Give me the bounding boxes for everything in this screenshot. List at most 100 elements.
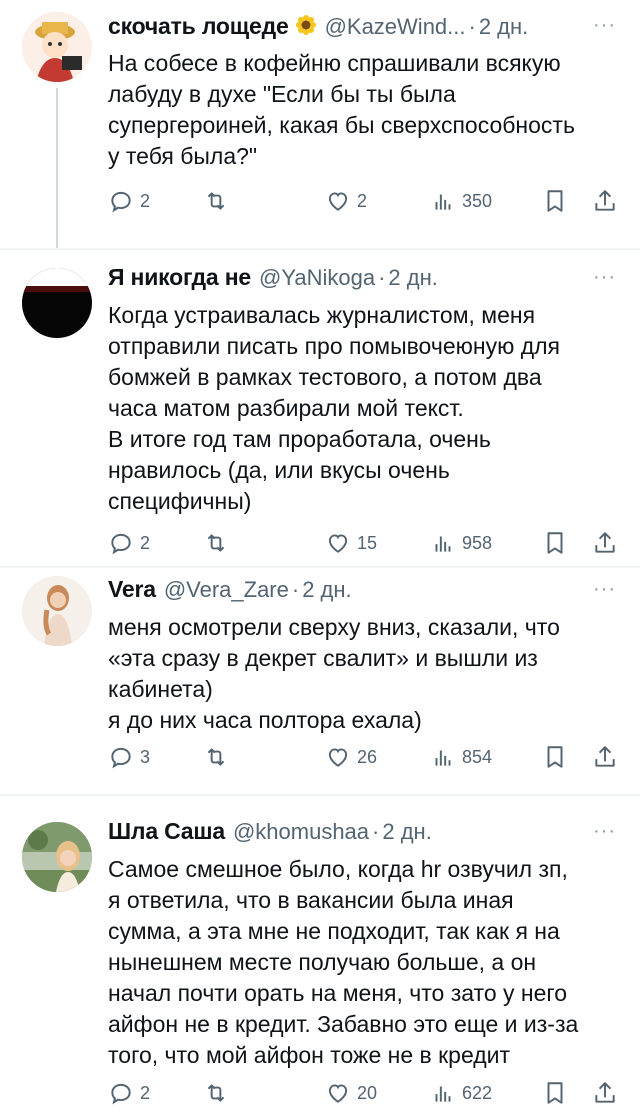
like-button[interactable]: 20 — [325, 1080, 377, 1106]
reply-count: 2 — [140, 532, 151, 553]
handle[interactable]: @YaNikoga — [259, 265, 375, 291]
reply-button[interactable]: 2 — [108, 1080, 150, 1106]
views-button[interactable]: 958 — [430, 530, 492, 556]
bookmark-button[interactable] — [542, 530, 568, 556]
reply-icon — [111, 747, 131, 769]
share-icon — [595, 190, 615, 211]
tweet-text-line: сумма, а эта мне не подходит, так как я … — [108, 918, 560, 944]
more-options-icon[interactable]: ··· — [593, 820, 616, 843]
tweet-text-line: у тебя была?" — [108, 143, 258, 169]
tweet-text-line: специфичны) — [108, 488, 252, 514]
views-icon — [435, 1086, 451, 1102]
tweet-text-line: отправили писать про помывочеюную для — [108, 333, 561, 359]
timestamp[interactable]: 2 дн. — [388, 265, 437, 291]
more-options-icon[interactable]: ··· — [593, 14, 616, 37]
avatar-photo-image — [22, 822, 92, 892]
tweet-text-line: я ответила, что в вакансии была иная — [108, 887, 514, 913]
reply-button[interactable]: 2 — [108, 530, 150, 556]
retweet-icon — [207, 192, 225, 210]
more-options-icon[interactable]: ··· — [593, 578, 616, 601]
tweet-text-line: «эта сразу в декрет свалит» и вышли из — [108, 645, 538, 671]
thread-line — [56, 88, 58, 248]
heart-icon — [328, 534, 348, 553]
reply-button[interactable]: 3 — [108, 744, 150, 770]
bookmark-icon — [547, 1082, 563, 1104]
like-button[interactable]: 26 — [325, 744, 377, 770]
bookmark-icon — [547, 190, 563, 212]
retweet-icon — [207, 1084, 225, 1102]
tweet-text-line: начал почти орать на меня, что зато у не… — [108, 980, 568, 1006]
reply-icon — [111, 1083, 131, 1105]
avatar-photo-image — [22, 576, 92, 646]
retweet-button[interactable] — [203, 530, 235, 556]
timestamp[interactable]: 2 дн. — [479, 14, 528, 40]
avatar-cartoon-image — [22, 12, 92, 82]
views-count: 958 — [462, 532, 493, 553]
handle[interactable]: @khomushaa — [233, 819, 369, 845]
retweet-button[interactable] — [203, 188, 235, 214]
tweet-text-line: часа матом разбирали мой текст. — [108, 395, 464, 421]
bookmark-icon — [547, 746, 563, 768]
display-name[interactable]: Шла Саша — [108, 818, 225, 845]
display-name[interactable]: Я никогда не — [108, 264, 251, 291]
reply-count: 2 — [140, 1082, 151, 1103]
timestamp[interactable]: 2 дн. — [302, 577, 351, 603]
handle[interactable]: @Vera_Zare — [164, 577, 289, 603]
bookmark-button[interactable] — [542, 188, 568, 214]
bookmark-button[interactable] — [542, 744, 568, 770]
bookmark-button[interactable] — [542, 1080, 568, 1106]
like-button[interactable]: 15 — [325, 530, 377, 556]
tweet-1[interactable]: скочать лощеде @KazeWind... · 2 дн. ··· … — [0, 0, 640, 248]
avatar-dark-image — [22, 268, 92, 338]
avatar-vera[interactable] — [22, 576, 92, 646]
tweet-text-line: меня осмотрели сверху вниз, сказали, что — [108, 614, 560, 640]
share-button[interactable] — [592, 188, 618, 214]
handle[interactable]: @KazeWind... — [325, 14, 466, 40]
timestamp[interactable]: 2 дн. — [382, 819, 431, 845]
tweet-text: Самое смешное было, когда hr озвучил зп,… — [108, 854, 626, 1071]
display-name[interactable]: скочать лощеде — [108, 13, 289, 40]
views-button[interactable]: 622 — [430, 1080, 492, 1106]
avatar-khomushaa[interactable] — [22, 822, 92, 892]
share-button[interactable] — [592, 530, 618, 556]
tweet-2[interactable]: Я никогда не @YaNikoga · 2 дн. ··· Когда… — [0, 250, 640, 568]
views-icon — [435, 750, 451, 766]
avatar-kazewind[interactable] — [22, 12, 92, 82]
tweet-3[interactable]: Vera @Vera_Zare · 2 дн. ··· меня осмотре… — [0, 568, 640, 794]
retweet-icon — [207, 534, 225, 552]
retweet-icon — [207, 748, 225, 766]
retweet-button[interactable] — [203, 1080, 235, 1106]
action-bar: 2 2 350 — [108, 188, 626, 218]
reply-icon — [111, 191, 131, 213]
display-name[interactable]: Vera — [108, 576, 156, 603]
tweet-text-line: нравилось (да, или вкусы очень — [108, 457, 450, 483]
views-button[interactable]: 350 — [430, 188, 492, 214]
tweet-text: меня осмотрели сверху вниз, сказали, что… — [108, 612, 626, 736]
like-count: 20 — [357, 1082, 378, 1103]
views-button[interactable]: 854 — [430, 744, 492, 770]
action-bar: 3 26 854 — [108, 744, 626, 774]
tweet-4[interactable]: Шла Саша @khomushaa · 2 дн. ··· Самое см… — [0, 796, 640, 1117]
tweet-text-line: айфон не в кредит. Забавно это еще и из-… — [108, 1011, 579, 1037]
tweet-text-line: я до них часа полтора ехала) — [108, 707, 422, 733]
reply-count: 3 — [140, 746, 151, 767]
share-icon — [595, 1082, 615, 1103]
share-icon — [595, 746, 615, 767]
tweet-text-line: На собесе в кофейню спрашивали всякую — [108, 50, 561, 76]
tweet-text-line: Когда устраивалась журналистом, меня — [108, 302, 536, 328]
more-options-icon[interactable]: ··· — [593, 266, 616, 289]
tweet-text-line: супергероиней, какая бы сверхспособность — [108, 112, 575, 138]
share-button[interactable] — [592, 1080, 618, 1106]
heart-icon — [328, 748, 348, 767]
heart-icon — [328, 192, 348, 211]
separator-dot: · — [468, 14, 476, 39]
share-button[interactable] — [592, 744, 618, 770]
tweet-text-line: нынешнем месте получаю больше, а он — [108, 949, 537, 975]
tweet-text-line: В итоге год там проработала, очень — [108, 426, 491, 452]
reply-button[interactable]: 2 — [108, 188, 150, 214]
tweet-text: Когда устраивалась журналистом, меня отп… — [108, 300, 626, 517]
separator-dot: · — [291, 577, 300, 602]
retweet-button[interactable] — [203, 744, 235, 770]
like-button[interactable]: 2 — [325, 188, 367, 214]
avatar-yanikoga[interactable] — [22, 268, 92, 338]
